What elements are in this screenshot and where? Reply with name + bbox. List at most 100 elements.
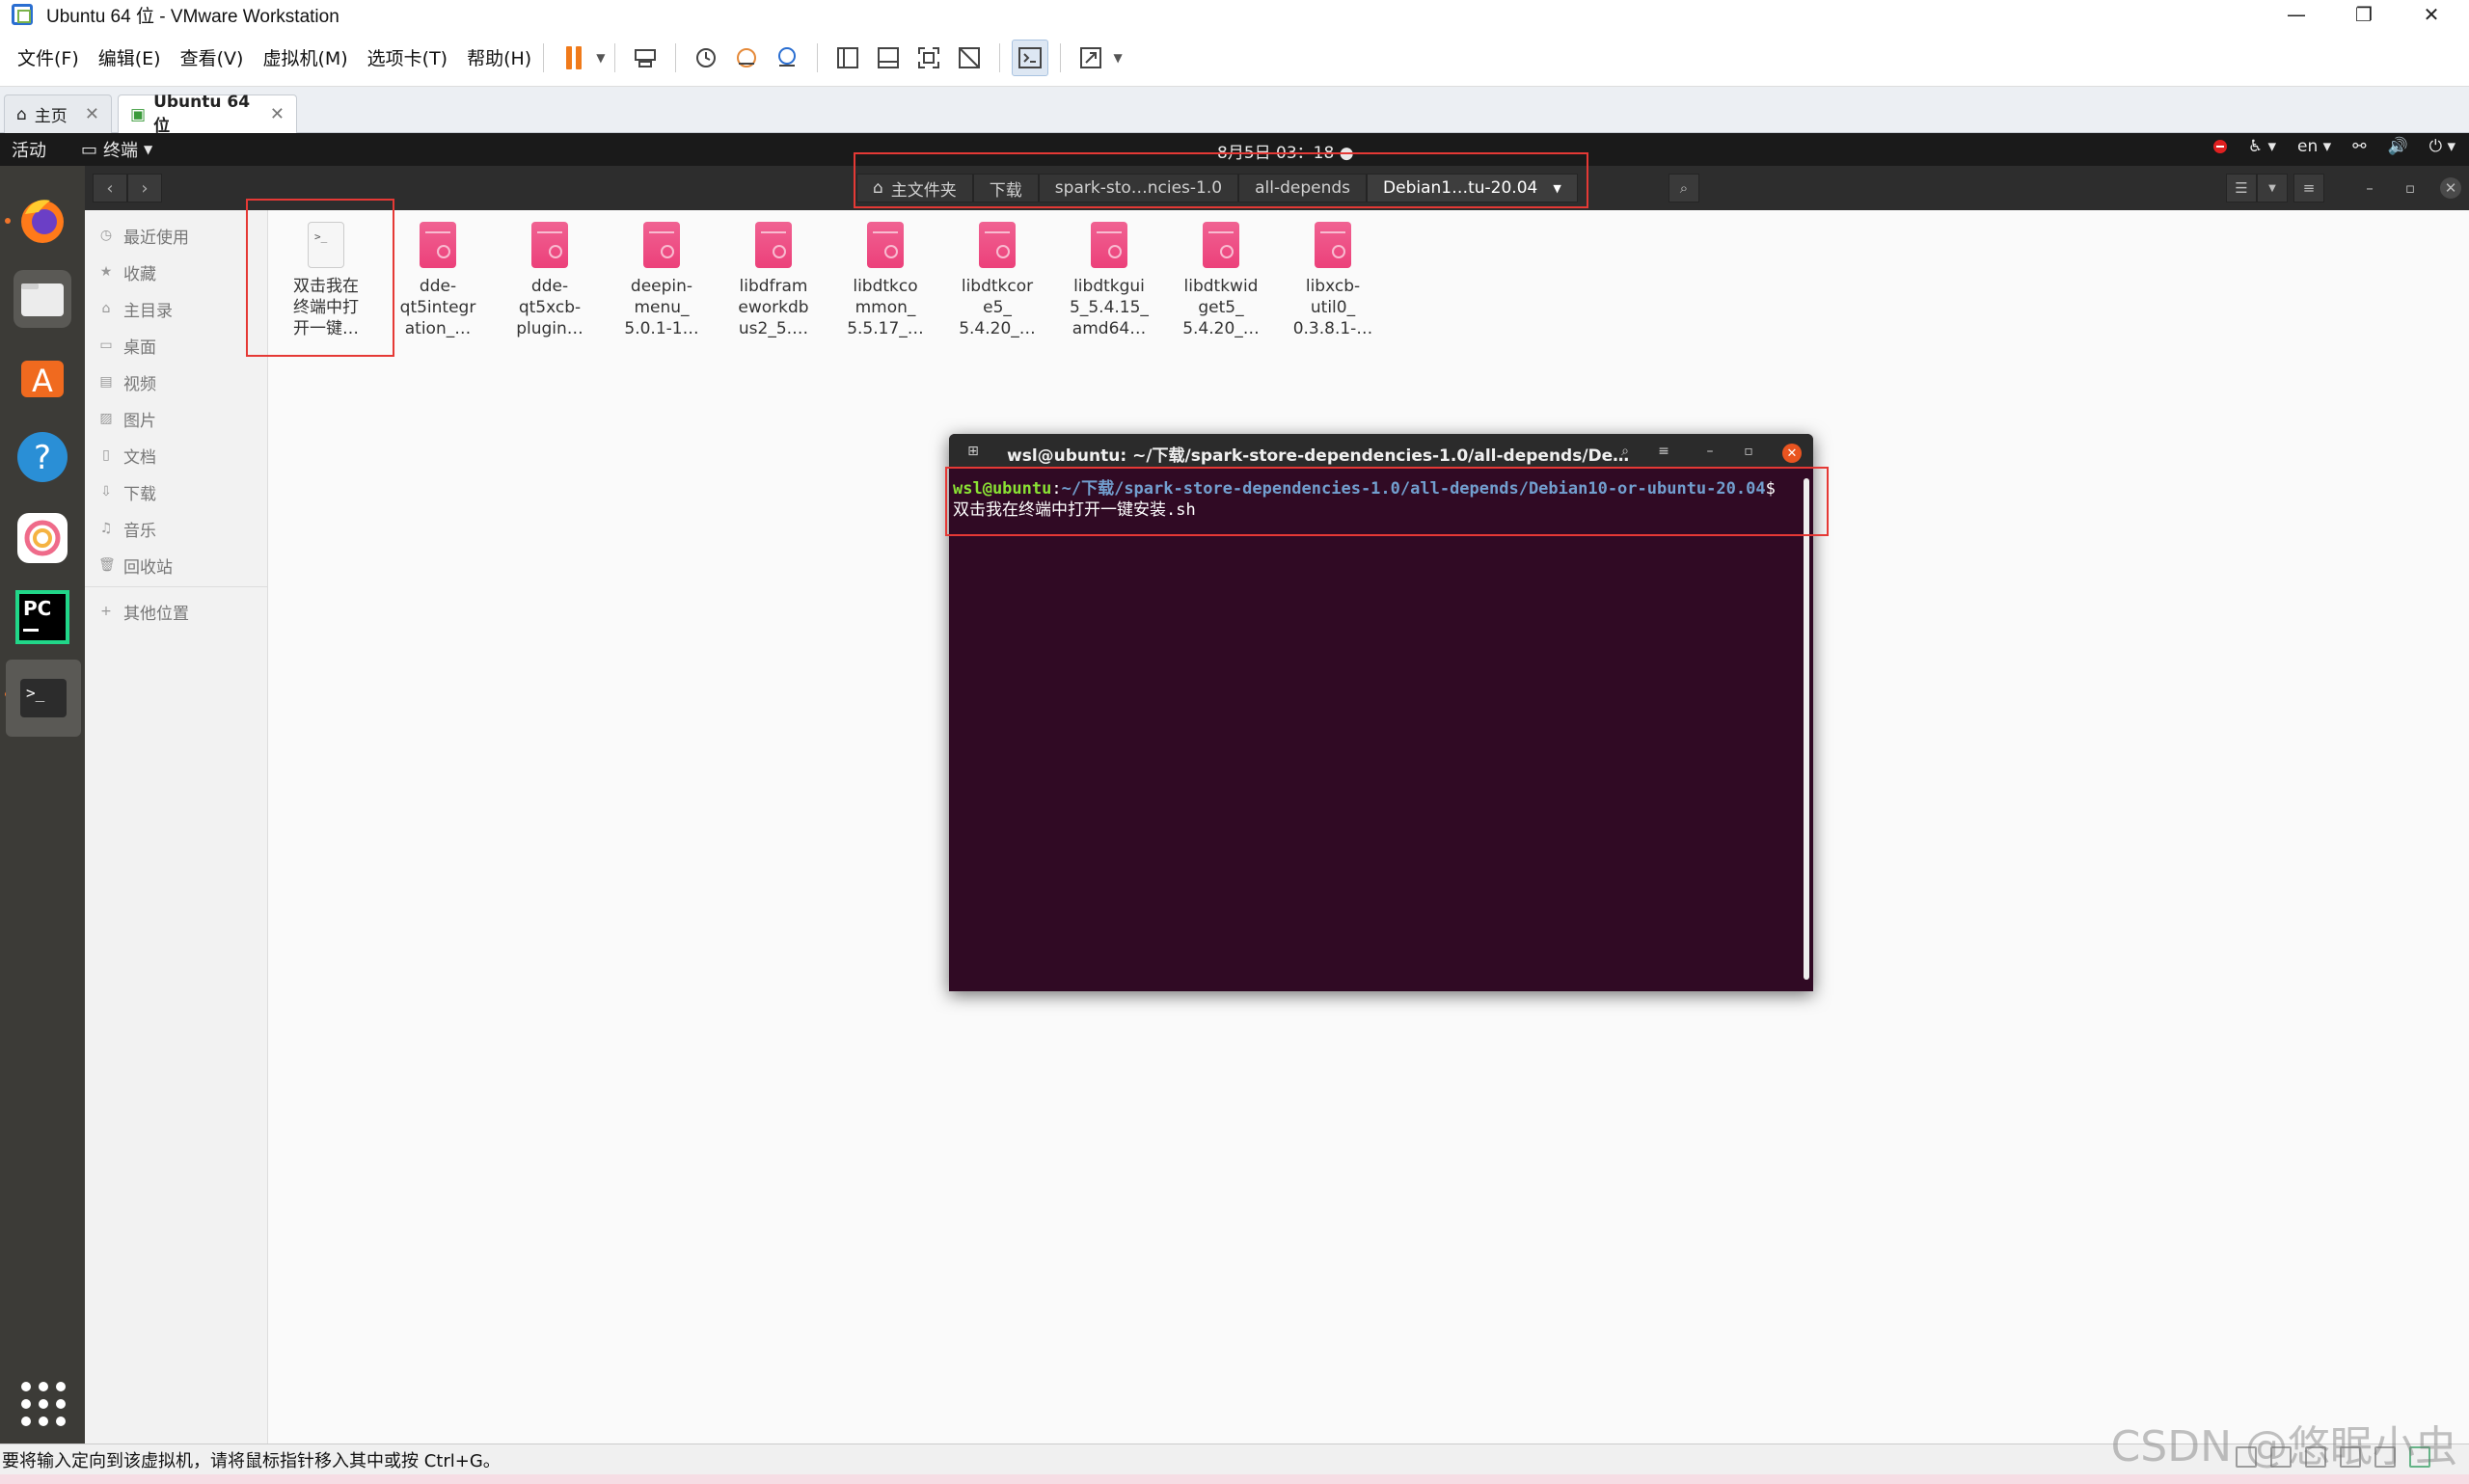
- pycharm-launcher[interactable]: PC: [14, 588, 71, 646]
- software-launcher[interactable]: A: [14, 347, 71, 405]
- menu-vm[interactable]: 虚拟机(M): [260, 40, 349, 74]
- file-item[interactable]: libdtkco mmon_ 5.5.17_…: [837, 222, 934, 339]
- accessibility-icon[interactable]: ♿ ▾: [2248, 137, 2276, 156]
- sidebar-item-videos[interactable]: ▤ 视频: [98, 366, 156, 397]
- file-item[interactable]: dde-qt5xcb-plugin…: [502, 222, 598, 339]
- sidebar-item-home[interactable]: ⌂ 主目录: [98, 293, 173, 324]
- view-list-button[interactable]: ☰: [2226, 174, 2257, 202]
- firefox-launcher[interactable]: [14, 191, 71, 249]
- search-button[interactable]: ⌕: [1669, 174, 1699, 202]
- chevron-down-icon[interactable]: ▼: [596, 51, 605, 65]
- thumbnail-view-button[interactable]: [870, 40, 907, 76]
- menu-file[interactable]: 文件(F): [15, 40, 81, 74]
- file-item[interactable]: deepin-menu_ 5.0.1-1…: [613, 222, 710, 339]
- system-tray: ♿ ▾ en ▾ ⚯ 🔊 ⏻ ▾: [2212, 137, 2455, 156]
- console-view-button[interactable]: [1012, 39, 1049, 76]
- sidebar-item-pictures[interactable]: ▨ 图片: [98, 403, 156, 434]
- files-launcher[interactable]: [14, 270, 71, 328]
- close-button[interactable]: ✕: [1782, 444, 1802, 463]
- show-applications-icon[interactable]: [21, 1382, 66, 1426]
- library-view-button[interactable]: [829, 40, 866, 76]
- sidebar-item-documents[interactable]: ▯ 文档: [98, 440, 156, 471]
- full-screen-button[interactable]: [910, 40, 947, 76]
- sidebar-item-label: 视频: [123, 374, 156, 394]
- app-menu-label: 终端: [103, 141, 139, 161]
- sidebar-item-label: 最近使用: [123, 228, 189, 248]
- send-ctrl-alt-del-button[interactable]: [627, 40, 664, 76]
- menu-edit[interactable]: 编辑(E): [96, 40, 163, 74]
- view-options-button[interactable]: ▼: [2257, 174, 2288, 202]
- power-icon[interactable]: ⏻ ▾: [2429, 137, 2455, 156]
- close-button[interactable]: ✕: [2398, 0, 2465, 29]
- new-tab-icon: ⊞: [967, 444, 979, 459]
- sidebar-item-other-locations[interactable]: + 其他位置: [98, 596, 189, 627]
- terminal-title: wsl@ubuntu: ~/下载/spark-store-dependencie…: [1007, 446, 1630, 466]
- file-item[interactable]: libdtkgui 5_5.4.15_ amd64…: [1061, 222, 1157, 339]
- sidebar-item-downloads[interactable]: ⇩ 下载: [98, 476, 156, 507]
- file-item[interactable]: libdtkcor e5_ 5.4.20_…: [949, 222, 1045, 339]
- file-name: deepin-menu_ 5.0.1-1…: [624, 277, 699, 338]
- stretch-guest-button[interactable]: [1072, 40, 1109, 76]
- volume-icon[interactable]: 🔊: [2387, 137, 2407, 156]
- svg-text:?: ?: [34, 439, 51, 477]
- minimize-button[interactable]: –: [1696, 440, 1724, 463]
- sidebar-item-starred[interactable]: ★ 收藏: [98, 256, 156, 287]
- network-icon[interactable]: ⚯: [2352, 137, 2366, 156]
- document-icon: ▯: [102, 447, 110, 463]
- help-icon: ?: [17, 432, 68, 482]
- minimize-button[interactable]: –: [2359, 177, 2380, 199]
- sidebar-item-recent[interactable]: ◷ 最近使用: [98, 220, 189, 251]
- close-icon[interactable]: ✕: [270, 104, 285, 124]
- minimize-button[interactable]: —: [2263, 0, 2330, 29]
- back-button[interactable]: ‹: [93, 174, 127, 202]
- no-entry-icon[interactable]: [2212, 140, 2227, 153]
- terminal-launcher[interactable]: >_: [6, 660, 81, 737]
- menu-button[interactable]: ≡: [2293, 174, 2324, 202]
- restore-button[interactable]: ❐: [2330, 0, 2398, 29]
- sidebar-item-trash[interactable]: 🗑 回收站: [98, 550, 173, 580]
- help-launcher[interactable]: ?: [14, 428, 71, 486]
- terminal-output[interactable]: wsl@ubuntu:~/下载/spark-store-dependencies…: [949, 469, 1800, 991]
- sidebar-item-label: 回收站: [123, 557, 173, 578]
- file-item[interactable]: libdfram eworkdb us2_5.…: [725, 222, 822, 339]
- file-item[interactable]: dde-qt5integr ation_…: [390, 222, 486, 339]
- menu-tabs[interactable]: 选项卡(T): [366, 40, 449, 74]
- unity-mode-button[interactable]: [951, 40, 988, 76]
- terminal-icon: [1018, 46, 1043, 68]
- trash-icon: 🗑: [98, 557, 116, 573]
- forward-button[interactable]: ›: [127, 174, 162, 202]
- deb-package-icon: [755, 222, 792, 268]
- guest-screen[interactable]: 活动 ▭ 终端 ▼ 8月5日 03：18 ● ♿ ▾ en ▾ ⚯ 🔊 ⏻ ▾: [0, 133, 2469, 1444]
- clock-icon: ◷: [99, 228, 113, 243]
- tab-home[interactable]: ⌂ 主页 ✕: [4, 94, 112, 133]
- file-item[interactable]: libxcb-util0_ 0.3.8.1-…: [1285, 222, 1381, 339]
- toolbar-separator: [999, 42, 1001, 72]
- maximize-button[interactable]: ▫: [1734, 440, 1763, 463]
- terminal-scrollbar[interactable]: [1804, 478, 1809, 980]
- sidebar-item-music[interactable]: ♫ 音乐: [98, 513, 156, 544]
- maximize-button[interactable]: ▫: [2400, 177, 2421, 199]
- bottom-panel-icon: [878, 46, 900, 68]
- clock-icon: [696, 47, 717, 67]
- close-button[interactable]: ✕: [2440, 177, 2461, 199]
- desktop-icon: ▭: [99, 337, 113, 353]
- title-bar: Ubuntu 64 位 - VMware Workstation — ❐ ✕: [0, 0, 2469, 29]
- menu-view[interactable]: 查看(V): [178, 40, 246, 74]
- sidebar-item-desktop[interactable]: ▭ 桌面: [98, 330, 156, 361]
- close-icon[interactable]: ✕: [85, 104, 99, 124]
- chevron-down-icon[interactable]: ▼: [1113, 51, 1122, 65]
- tab-ubuntu[interactable]: ▣ Ubuntu 64 位 ✕: [118, 93, 297, 136]
- activities-button[interactable]: 活动: [12, 137, 46, 162]
- snapshot-button[interactable]: [688, 40, 724, 76]
- revert-snapshot-button[interactable]: [728, 40, 765, 76]
- terminal-menu-button[interactable]: ≡: [1649, 440, 1678, 463]
- file-item[interactable]: libdtkwid get5_ 5.4.20_…: [1173, 222, 1269, 339]
- app-menu[interactable]: ▭ 终端 ▼: [81, 137, 152, 162]
- language-selector[interactable]: en ▾: [2297, 137, 2331, 156]
- snapshot-manager-button[interactable]: [769, 40, 805, 76]
- spark-store-launcher[interactable]: [14, 509, 71, 567]
- new-tab-button[interactable]: ⊞: [959, 440, 988, 463]
- terminal-search-button[interactable]: ⌕: [1611, 440, 1640, 463]
- pause-button[interactable]: [556, 40, 592, 76]
- menu-help[interactable]: 帮助(H): [465, 40, 533, 74]
